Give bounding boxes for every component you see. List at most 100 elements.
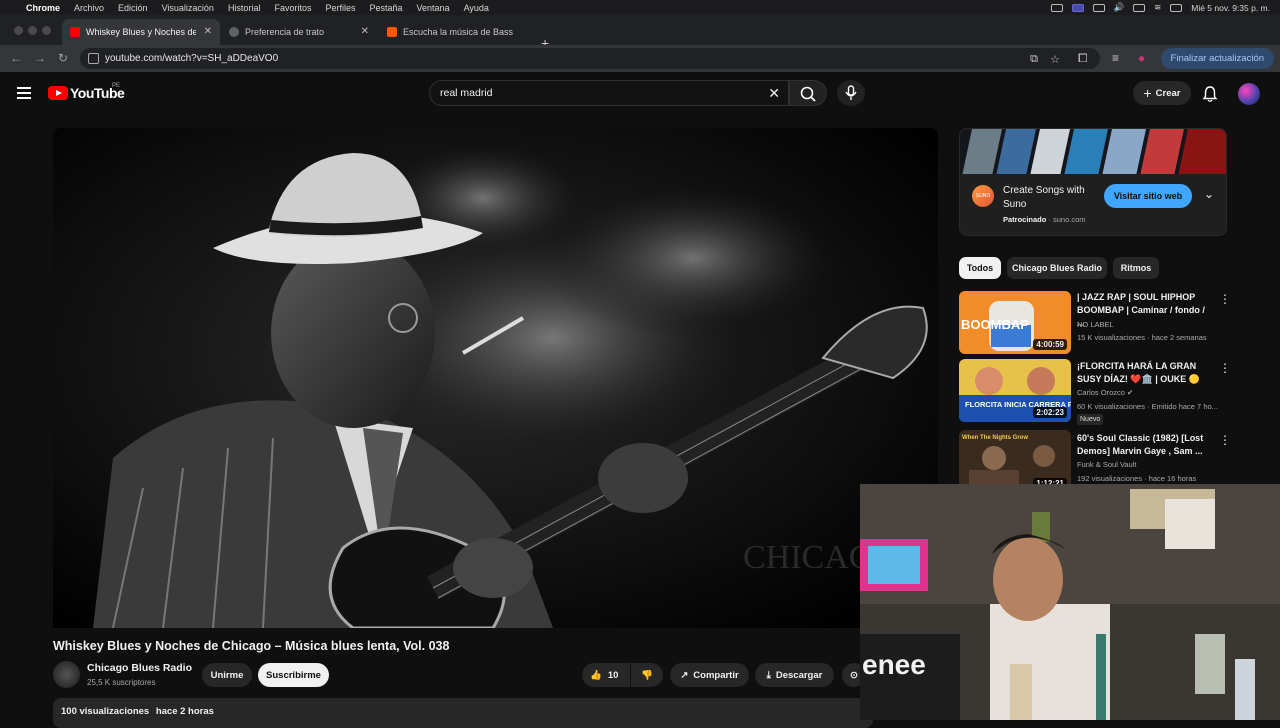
more-vert-icon[interactable]: ⋮ [1219, 361, 1231, 375]
more-vert-icon[interactable]: ⋮ [1219, 292, 1231, 306]
video-duration: 4:00:59 [1033, 339, 1067, 350]
verified-check-icon: ✔ [1127, 388, 1134, 397]
chevron-down-icon[interactable]: ⌄ [1204, 187, 1214, 201]
tab-close-icon[interactable]: ✕ [204, 26, 212, 37]
media-controls-icon[interactable]: ≡ [1112, 51, 1119, 65]
update-chrome-button[interactable]: Finalizar actualización [1160, 48, 1274, 69]
window-zoom-icon[interactable] [42, 26, 51, 35]
create-label: Crear [1155, 87, 1181, 99]
menu-ventana[interactable]: Ventana [417, 3, 450, 13]
related-thumbnail[interactable]: BOOMBAP 4:00:59 [959, 291, 1071, 354]
profile-extension-icon[interactable]: ● [1138, 51, 1145, 65]
download-button[interactable]: ⤓ Descargar [755, 663, 834, 687]
download-icon: ⤓ [766, 669, 771, 681]
thumbnail-text: BOOMBAP [961, 317, 1029, 332]
chip-chicago-blues-radio[interactable]: Chicago Blues Radio [1007, 257, 1107, 279]
bookmark-star-icon[interactable]: ☆ [1050, 53, 1060, 66]
menu-historial[interactable]: Historial [228, 3, 261, 13]
menu-archivo[interactable]: Archivo [74, 3, 104, 13]
views-text: 100 visualizaciones [61, 706, 150, 717]
chip-todos[interactable]: Todos [959, 257, 1001, 279]
youtube-logo[interactable]: YouTube PE [48, 83, 125, 101]
menu-visualizacion[interactable]: Visualización [162, 3, 214, 13]
extensions-icon[interactable]: ⧠ [1078, 51, 1088, 66]
related-channel[interactable]: NO LABEL [1077, 320, 1114, 329]
download-label: Descargar [775, 669, 823, 681]
sponsored-ad-card[interactable]: SUNO Create Songs with Suno Patrocinado … [959, 128, 1227, 236]
svg-text:enee: enee [862, 649, 926, 680]
forward-arrow-icon[interactable]: → [34, 51, 46, 65]
reload-icon[interactable]: ↻ [58, 51, 68, 65]
channel-name: Carlos Orozco [1077, 388, 1125, 397]
browser-toolbar: ← → ↻ youtube.com/watch?v=SH_aDDeaVO0 ⧉ … [0, 45, 1280, 72]
window-minimize-icon[interactable] [28, 26, 37, 35]
browser-tab-bass[interactable]: Escucha la música de Bass Ja [379, 19, 535, 45]
notifications-bell-icon[interactable] [1202, 85, 1218, 103]
tab-close-icon[interactable]: ✕ [361, 26, 369, 37]
tab-title: Escucha la música de Bass Ja [403, 27, 513, 37]
menu-pestana[interactable]: Pestaña [369, 3, 402, 13]
menu-perfiles[interactable]: Perfiles [325, 3, 355, 13]
more-vert-icon[interactable]: ⋮ [1219, 433, 1231, 447]
menu-ayuda[interactable]: Ayuda [464, 3, 489, 13]
ad-banner-image [960, 129, 1226, 174]
like-button[interactable]: 👍 10 [582, 663, 630, 687]
video-duration: 2:02:23 [1033, 407, 1067, 418]
ad-sponsor-line: Patrocinado · suno.com [1003, 215, 1086, 224]
browser-tab-strip: Whiskey Blues y Noches de C ✕ Preferenci… [0, 15, 1280, 51]
screen-mirror-icon[interactable] [1071, 3, 1084, 12]
soundcloud-favicon-icon [387, 27, 397, 37]
join-button[interactable]: Unirme [202, 663, 252, 687]
ad-title: Create Songs with Suno [1003, 185, 1085, 210]
related-title[interactable]: 60's Soul Classic (1982) [Lost Demos] Ma… [1077, 432, 1212, 458]
related-channel[interactable]: Carlos Orozco ✔ [1077, 388, 1133, 397]
display-icon[interactable] [1092, 3, 1105, 12]
dislike-button[interactable]: 👎 [631, 663, 663, 687]
channel-avatar[interactable] [53, 661, 80, 688]
clear-search-icon[interactable]: ✕ [768, 85, 780, 102]
search-button[interactable] [789, 80, 827, 106]
thumbnail-text: When The Nights Grow [962, 435, 1028, 441]
menu-app-name[interactable]: Chrome [26, 3, 60, 13]
wifi-icon[interactable]: ≋ [1154, 2, 1161, 13]
address-bar[interactable]: youtube.com/watch?v=SH_aDDeaVO0 ⧉ ☆ [80, 48, 1100, 69]
share-arrow-icon: ↗ [680, 669, 689, 681]
thumbs-down-icon: 👎 [641, 669, 653, 681]
browser-tab-youtube[interactable]: Whiskey Blues y Noches de C ✕ [62, 19, 220, 45]
clock[interactable]: Mié 5 nov. 9:35 p. m. [1191, 3, 1270, 13]
video-title: Whiskey Blues y Noches de Chicago – Músi… [53, 639, 450, 653]
subscribe-button[interactable]: Suscribirme [258, 663, 329, 687]
search-input[interactable]: real madrid ✕ [429, 80, 789, 106]
control-center-icon[interactable] [1170, 3, 1183, 12]
like-count: 10 [607, 669, 619, 681]
voice-search-button[interactable] [837, 80, 865, 106]
tab-title: Preferencia de trato [245, 27, 325, 37]
channel-name[interactable]: Chicago Blues Radio [87, 662, 192, 674]
create-button[interactable]: + Crear [1133, 81, 1191, 105]
visit-site-button[interactable]: Visitar sitio web [1104, 184, 1192, 208]
user-avatar[interactable] [1238, 83, 1260, 105]
related-thumbnail[interactable]: FLORCITA INICIA CARRERA POR SU 2:02:23 [959, 359, 1071, 422]
clip-icon: ⊙ [850, 669, 858, 681]
back-arrow-icon[interactable]: ← [10, 51, 22, 65]
menu-hamburger-icon[interactable] [17, 87, 31, 99]
share-button[interactable]: ↗ Compartir [670, 663, 749, 687]
volume-icon[interactable]: 🔊 [1114, 2, 1125, 13]
site-settings-icon[interactable] [88, 53, 99, 64]
thumbs-up-icon: 👍 [590, 669, 602, 681]
camera-status-icon[interactable] [1050, 3, 1063, 12]
browser-tab-preferencia[interactable]: Preferencia de trato ✕ [221, 19, 377, 45]
menu-favoritos[interactable]: Favoritos [274, 3, 311, 13]
install-app-icon[interactable]: ⧉ [1030, 53, 1038, 66]
related-channel[interactable]: Funk & Soul Vault [1077, 460, 1136, 469]
battery-icon[interactable] [1133, 3, 1146, 12]
related-title[interactable]: ¡FLORCITA HARÁ LA GRAN SUSY DÍAZ! ❤️🏛️ |… [1077, 360, 1212, 386]
video-player[interactable]: CHICAGO BLUES [53, 128, 938, 628]
window-close-icon[interactable] [14, 26, 23, 35]
url-text: youtube.com/watch?v=SH_aDDeaVO0 [105, 53, 279, 64]
menu-edicion[interactable]: Edición [118, 3, 148, 13]
youtube-favicon-icon [70, 27, 80, 37]
youtube-header: YouTube PE real madrid ✕ + Crear [0, 72, 1280, 116]
chip-ritmos[interactable]: Ritmos [1113, 257, 1159, 279]
new-badge: Nuevo [1077, 414, 1104, 425]
